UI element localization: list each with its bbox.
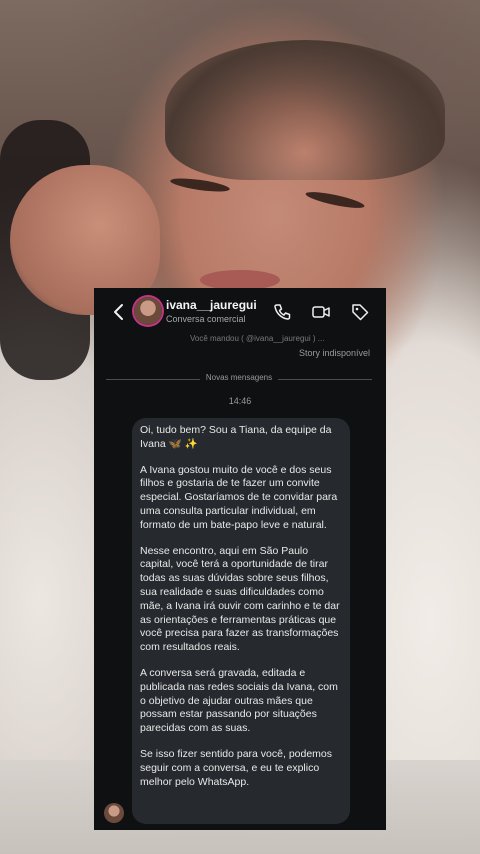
sender-avatar[interactable] <box>104 803 124 823</box>
new-messages-label: Novas mensagens <box>205 373 273 382</box>
story-unavailable-label: Story indisponível <box>298 348 370 358</box>
video-icon[interactable] <box>311 302 331 322</box>
hair-shape <box>165 40 445 180</box>
message-paragraph: Se isso fizer sentido para você, podemos… <box>140 747 333 788</box>
back-arrow-icon[interactable] <box>108 301 130 323</box>
message-paragraph: Oi, tudo bem? Sou a Tiana, da equipe da … <box>140 424 332 450</box>
left-eye-shape <box>169 175 231 195</box>
divider-line-right <box>278 379 372 380</box>
previous-message-cut: Você mandou ( @ivana__jauregui ) ... <box>190 334 325 343</box>
message-bubble[interactable]: Oi, tudo bem? Sou a Tiana, da equipe da … <box>132 418 350 824</box>
dm-screenshot-panel: ivana__jauregui Conversa comercial Você … <box>94 288 386 830</box>
tag-icon[interactable] <box>350 302 370 322</box>
chat-header: ivana__jauregui Conversa comercial <box>94 288 386 336</box>
message-paragraph: A Ivana gostou muito de você e dos seus … <box>140 463 338 531</box>
message-timestamp: 14:46 <box>228 396 252 406</box>
avatar[interactable] <box>134 297 162 325</box>
message-paragraph: Nesse encontro, aqui em São Paulo capita… <box>140 544 340 654</box>
lips-shape <box>200 270 280 290</box>
username[interactable]: ivana__jauregui <box>166 298 257 312</box>
new-messages-divider: Novas mensagens <box>106 373 372 385</box>
message-paragraph: A conversa será gravada, editada e publi… <box>140 666 338 735</box>
right-eye-shape <box>304 188 366 212</box>
phone-icon[interactable] <box>272 302 292 322</box>
conversation-type: Conversa comercial <box>166 314 246 324</box>
